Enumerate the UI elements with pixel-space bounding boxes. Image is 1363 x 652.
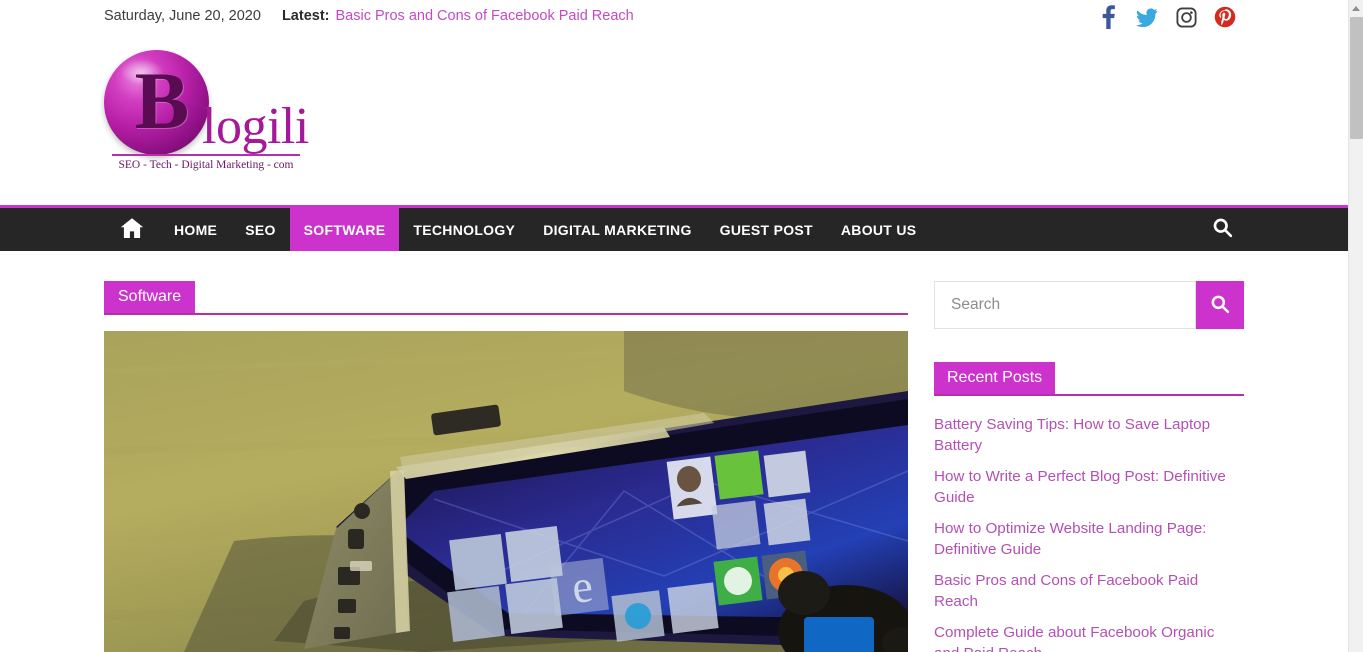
logo-initial: B [134, 55, 190, 146]
featured-post-image[interactable]: e [104, 331, 908, 652]
vertical-scrollbar[interactable] [1348, 0, 1363, 652]
main-navigation: Home SEO Software Technology Digital Mar… [0, 205, 1348, 251]
search-input[interactable] [934, 281, 1196, 329]
nav-item-technology[interactable]: Technology [399, 208, 529, 251]
nav-item-software[interactable]: Software [289, 208, 400, 251]
nav-search-toggle[interactable] [1200, 208, 1244, 251]
nav-item-about-us[interactable]: About Us [827, 208, 931, 251]
logo-tagline: SEO - Tech - Digital Marketing - com [112, 154, 300, 171]
browser-page: Saturday, June 20, 2020 Latest: Basic Pr… [0, 0, 1363, 652]
nav-items: Home SEO Software Technology Digital Mar… [104, 208, 930, 251]
nav-item-guest-post[interactable]: Guest Post [706, 208, 827, 251]
main-column: Software [104, 281, 908, 652]
top-bar-left: Saturday, June 20, 2020 Latest: Basic Pr… [104, 8, 634, 24]
recent-post-link-1[interactable]: Battery Saving Tips: How to Save Laptop … [934, 414, 1234, 456]
nav-item-home[interactable]: Home [160, 208, 231, 251]
twitter-icon[interactable] [1136, 4, 1158, 30]
top-bar: Saturday, June 20, 2020 Latest: Basic Pr… [0, 0, 1348, 38]
recent-post-link-4[interactable]: Basic Pros and Cons of Facebook Paid Rea… [934, 570, 1234, 612]
list-item: Battery Saving Tips: How to Save Laptop … [934, 414, 1244, 456]
search-submit-button[interactable] [1196, 281, 1244, 329]
triangle-up-icon [1352, 5, 1360, 11]
sidebar-search [934, 281, 1244, 329]
current-date: Saturday, June 20, 2020 [104, 8, 261, 24]
search-icon [1212, 217, 1233, 243]
home-icon [120, 217, 144, 242]
list-item: Basic Pros and Cons of Facebook Paid Rea… [934, 570, 1244, 612]
list-item: Complete Guide about Facebook Organic an… [934, 622, 1244, 652]
site-logo[interactable]: B logili SEO - Tech - Digital Marketing … [104, 48, 309, 188]
logo-wordmark: logili [202, 98, 309, 155]
search-icon [1210, 294, 1230, 317]
page-title: Software [104, 281, 196, 313]
recent-post-link-5[interactable]: Complete Guide about Facebook Organic an… [934, 622, 1234, 652]
nav-item-seo[interactable]: SEO [231, 208, 289, 251]
recent-posts-list: Battery Saving Tips: How to Save Laptop … [934, 414, 1244, 652]
nav-home-icon-button[interactable] [104, 208, 160, 251]
pinterest-icon[interactable] [1214, 4, 1236, 30]
recent-post-link-2[interactable]: How to Write a Perfect Blog Post: Defini… [934, 466, 1234, 508]
recent-posts-title: Recent Posts [934, 362, 1056, 394]
latest-post-link[interactable]: Basic Pros and Cons of Facebook Paid Rea… [335, 8, 633, 24]
recent-posts-header: Recent Posts [934, 362, 1244, 396]
list-item: How to Write a Perfect Blog Post: Defini… [934, 466, 1244, 508]
recent-post-link-3[interactable]: How to Optimize Website Landing Page: De… [934, 518, 1234, 560]
nav-item-digital-marketing[interactable]: Digital Marketing [529, 208, 705, 251]
section-header: Software [104, 281, 908, 315]
facebook-icon[interactable] [1097, 4, 1119, 30]
scrollbar-thumb[interactable] [1350, 17, 1363, 139]
latest-label: Latest: [281, 8, 330, 24]
sidebar: Recent Posts Battery Saving Tips: How to… [934, 281, 1244, 652]
scroll-up-button[interactable] [1349, 0, 1363, 16]
list-item: How to Optimize Website Landing Page: De… [934, 518, 1244, 560]
page-viewport: Saturday, June 20, 2020 Latest: Basic Pr… [0, 0, 1348, 652]
social-links [1097, 4, 1236, 30]
instagram-icon[interactable] [1175, 4, 1197, 30]
